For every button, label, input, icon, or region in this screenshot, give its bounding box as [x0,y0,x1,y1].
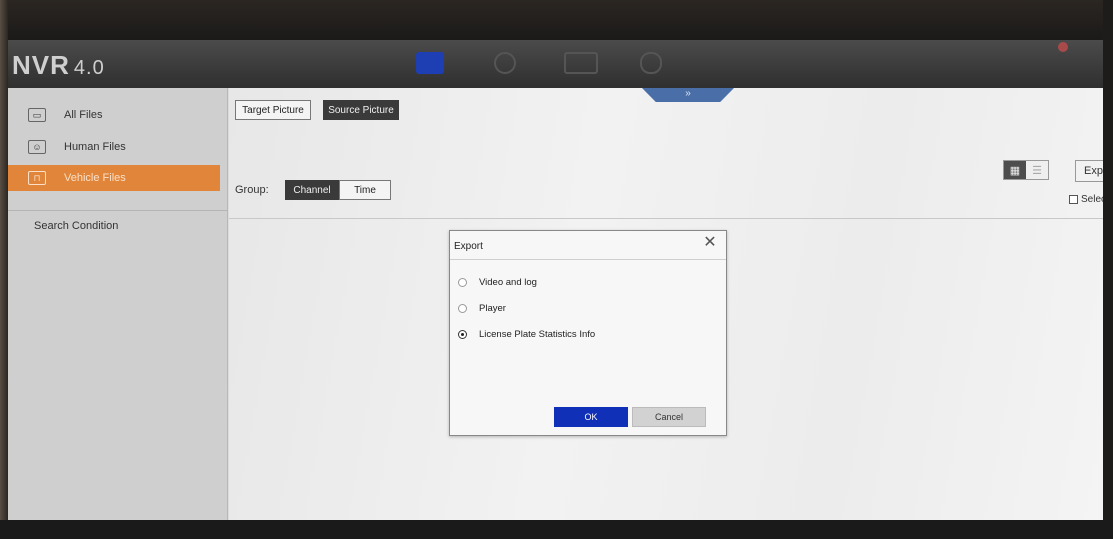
export-option-player[interactable]: Player [458,303,506,314]
power-icon[interactable] [1058,42,1068,52]
monitor-bezel-top [0,0,1113,40]
nav-storage-icon[interactable] [640,52,662,74]
sidebar-divider [8,210,228,211]
sidebar-item-vehicle-files[interactable]: ⊓ Vehicle Files [8,165,220,191]
folder-icon: ▭ [28,108,46,122]
cancel-button[interactable]: Cancel [632,407,706,427]
sidebar: ▭ All Files ☺ Human Files ⊓ Vehicle File… [8,88,228,539]
group-label: Group: [235,184,269,196]
group-channel-button[interactable]: Channel [285,180,339,200]
radio-button-selected[interactable] [458,330,467,339]
nav-camera-icon[interactable] [564,52,598,74]
main-content: » Target Picture Source Picture Group: C… [229,88,1103,539]
sidebar-item-label: Human Files [64,141,126,153]
app-logo: NVR 4.0 [12,50,105,81]
list-view-icon[interactable]: ☰ [1026,161,1048,179]
group-time-button[interactable]: Time [339,180,391,200]
select-all-checkbox[interactable]: Select A [1069,194,1103,205]
option-label: License Plate Statistics Info [479,329,596,340]
vehicle-icon: ⊓ [28,171,46,185]
close-icon[interactable]: ✕ [702,235,718,251]
option-label: Player [479,303,506,314]
search-condition-label[interactable]: Search Condition [34,220,118,232]
sidebar-item-all-files[interactable]: ▭ All Files [8,102,220,128]
dialog-title: Export [454,241,483,252]
view-mode-toggle: ▦ ☰ [1003,160,1049,180]
logo-text: NVR [12,50,70,80]
export-dialog: Export ✕ Video and log Player License Pl… [449,230,727,436]
nav-file-management-icon[interactable] [416,52,444,74]
nvr-screen: NVR 4.0 ▭ All Files ☺ Human Files ⊓ Vehic… [8,40,1103,539]
human-icon: ☺ [28,140,46,154]
grid-view-icon[interactable]: ▦ [1004,161,1026,179]
target-picture-button[interactable]: Target Picture [235,100,311,120]
sidebar-item-human-files[interactable]: ☺ Human Files [8,134,220,160]
option-label: Video and log [479,277,537,288]
export-option-license-plate-statistics[interactable]: License Plate Statistics Info [458,329,595,340]
dialog-separator [450,259,726,260]
ok-button[interactable]: OK [554,407,628,427]
chevron-down-icon: » [685,88,691,99]
checkbox-icon [1069,195,1078,204]
sidebar-item-label: Vehicle Files [64,172,126,184]
content-divider [229,218,1103,219]
source-picture-button[interactable]: Source Picture [323,100,399,120]
monitor-bezel-left [0,0,8,539]
logo-version: 4.0 [73,57,105,79]
radio-button[interactable] [458,304,467,313]
monitor-bezel-right [1103,0,1113,539]
radio-button[interactable] [458,278,467,287]
collapse-toolbar-tab[interactable]: » [642,88,734,102]
sidebar-item-label: All Files [64,109,103,121]
monitor-bezel-bottom [0,520,1113,539]
export-button[interactable]: Expor [1075,160,1103,182]
nav-search-icon[interactable] [494,52,516,74]
select-all-label: Select A [1081,194,1103,205]
export-option-video-and-log[interactable]: Video and log [458,277,537,288]
top-bar: NVR 4.0 [8,40,1103,88]
